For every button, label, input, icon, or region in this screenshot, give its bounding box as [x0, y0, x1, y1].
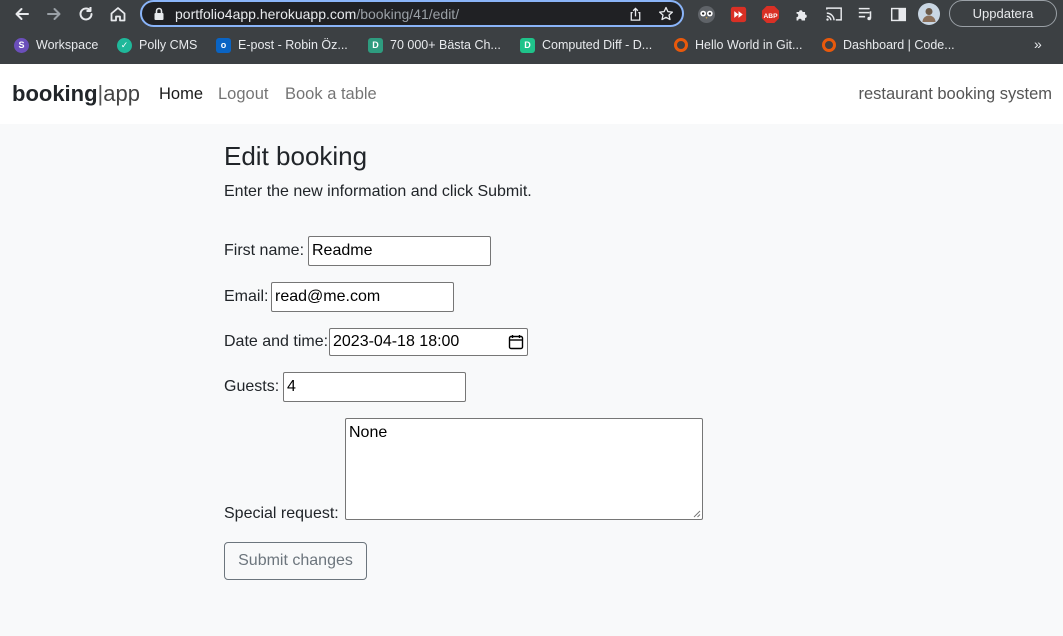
forward-arrow-icon	[47, 8, 61, 20]
bookmark-computed-diff[interactable]: D Computed Diff - D...	[520, 36, 652, 54]
share-icon[interactable]	[626, 5, 644, 23]
nav-link-home[interactable]: Home	[159, 85, 203, 104]
star-icon[interactable]	[657, 5, 675, 23]
home-button[interactable]	[106, 2, 130, 26]
nav-link-book-a-table[interactable]: Book a table	[285, 85, 377, 104]
special-request-textarea[interactable]: None	[345, 418, 703, 520]
back-button[interactable]	[10, 2, 34, 26]
side-panel-icon[interactable]	[887, 3, 909, 25]
home-icon	[110, 7, 126, 22]
media-controls-icon[interactable]	[855, 3, 877, 25]
guests-input[interactable]: 4	[283, 372, 466, 402]
browser-chrome: portfolio4app.herokuapp.com/booking/41/e…	[0, 0, 1063, 64]
bookmark-label: Hello World in Git...	[695, 38, 803, 52]
bookmark-label: Polly CMS	[139, 38, 198, 52]
guests-label: Guests:	[224, 378, 280, 395]
workspace-favicon-icon: S	[14, 37, 29, 53]
ring-favicon-icon	[822, 38, 836, 52]
adblock-plus-icon[interactable]: ABP	[759, 3, 781, 25]
owl-extension-icon[interactable]	[695, 3, 717, 25]
bookmark-dashboard[interactable]: Dashboard | Code...	[822, 36, 955, 54]
page-title: Edit booking	[224, 141, 368, 171]
extensions-puzzle-icon[interactable]	[791, 3, 813, 25]
bookmark-polly-cms[interactable]: ✓ Polly CMS	[117, 36, 197, 54]
bookmark-label: Dashboard | Code...	[843, 38, 955, 52]
svg-text:ABP: ABP	[763, 12, 778, 19]
page-intro: Enter the new information and click Subm…	[224, 183, 532, 200]
reload-icon	[79, 7, 93, 21]
bookmark-label: 70 000+ Bästa Ch...	[390, 38, 501, 52]
back-arrow-icon	[15, 8, 29, 20]
special-request-value: None	[349, 424, 388, 441]
datetime-label: Date and time:	[224, 333, 329, 350]
address-bar[interactable]: portfolio4app.herokuapp.com/booking/41/e…	[140, 0, 684, 27]
bookmark-basta[interactable]: D 70 000+ Bästa Ch...	[368, 36, 501, 54]
bookmark-hello-world[interactable]: Hello World in Git...	[674, 36, 802, 54]
ring-favicon-icon	[674, 38, 688, 52]
diff-favicon-icon: D	[520, 37, 535, 53]
polly-favicon-icon: ✓	[117, 37, 132, 53]
bookmark-label: E-post - Robin Öz...	[238, 38, 348, 52]
first-name-label: First name:	[224, 242, 305, 259]
outlook-favicon-icon: o	[216, 37, 231, 53]
bookmarks-bar: S Workspace ✓ Polly CMS o E-post - Robin…	[0, 32, 1063, 58]
url-path: /booking/41/edit/	[356, 6, 460, 22]
datetime-value: 2023-04-18 18:00	[333, 333, 460, 350]
guests-value: 4	[287, 378, 296, 395]
profile-avatar-icon[interactable]	[918, 3, 940, 25]
video-extension-icon[interactable]	[727, 3, 749, 25]
resize-handle-icon[interactable]	[692, 509, 701, 518]
basta-favicon-icon: D	[368, 37, 383, 53]
site-navbar: booking|app Home Logout Book a table res…	[0, 64, 1063, 124]
forward-button[interactable]	[42, 2, 66, 26]
brand-logo[interactable]: booking|app	[12, 81, 140, 107]
email-value: read@me.com	[275, 288, 381, 305]
bookmark-outlook[interactable]: o E-post - Robin Öz...	[216, 36, 348, 54]
url-host: portfolio4app.herokuapp.com	[175, 6, 357, 22]
bookmarks-overflow-button[interactable]: »	[1034, 36, 1042, 52]
nav-link-logout[interactable]: Logout	[218, 85, 268, 104]
reload-button[interactable]	[74, 2, 98, 26]
brand-bold: booking	[12, 81, 98, 106]
update-browser-button[interactable]: Uppdatera	[949, 0, 1057, 27]
calendar-icon[interactable]	[508, 334, 524, 350]
bookmark-label: Workspace	[36, 38, 99, 52]
browser-toolbar: portfolio4app.herokuapp.com/booking/41/e…	[0, 0, 1063, 28]
first-name-input[interactable]: Readme	[308, 236, 491, 266]
cast-icon[interactable]	[823, 3, 845, 25]
datetime-input[interactable]: 2023-04-18 18:00	[329, 328, 528, 356]
lock-icon	[154, 7, 164, 20]
brand-light: app	[103, 81, 140, 106]
submit-changes-button[interactable]: Submit changes	[224, 542, 367, 580]
special-request-label: Special request:	[224, 505, 339, 522]
address-url: portfolio4app.herokuapp.com/booking/41/e…	[175, 6, 459, 22]
email-input[interactable]: read@me.com	[271, 282, 454, 312]
email-label: Email:	[224, 288, 269, 305]
site-tagline: restaurant booking system	[858, 85, 1052, 103]
bookmark-label: Computed Diff - D...	[542, 38, 653, 52]
bookmark-workspace[interactable]: S Workspace	[14, 36, 98, 54]
first-name-value: Readme	[312, 242, 373, 259]
